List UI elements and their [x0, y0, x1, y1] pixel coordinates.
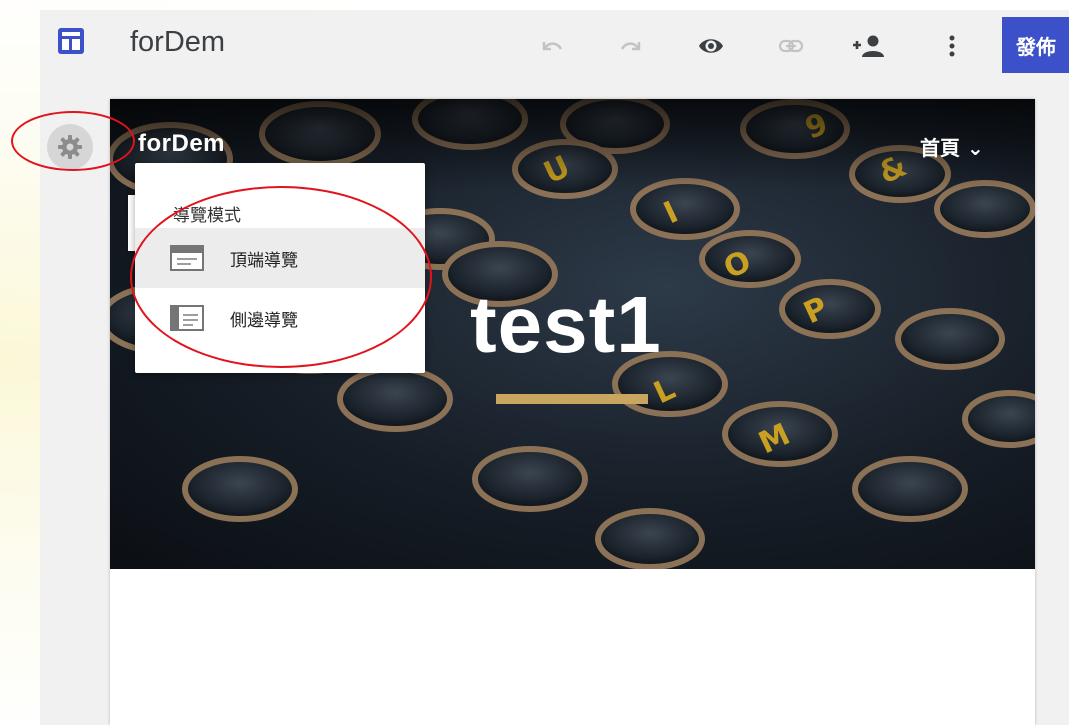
hero-title[interactable]: test1 [470, 279, 662, 371]
top-nav-icon [170, 245, 204, 271]
preview-eye-icon[interactable] [697, 32, 725, 60]
menu-item-label: 頂端導覽 [230, 250, 298, 271]
settings-button[interactable] [47, 124, 93, 170]
menu-item-label: 側邊導覽 [230, 310, 298, 331]
site-layout-icon[interactable] [58, 28, 84, 54]
redo-icon[interactable] [618, 32, 646, 60]
publish-button[interactable]: 發佈 [1002, 17, 1069, 73]
editor-toolbar: forDem 發佈 [40, 10, 1069, 85]
share-add-person-icon[interactable] [851, 32, 887, 60]
link-icon[interactable] [777, 32, 805, 60]
navigation-mode-menu: 導覽模式 頂端導覽 側邊導覽 [135, 163, 425, 373]
menu-item-top-nav[interactable]: 頂端導覽 [135, 228, 425, 288]
site-name[interactable]: forDem [138, 130, 225, 158]
menu-item-side-nav[interactable]: 側邊導覽 [135, 288, 425, 348]
more-vert-icon[interactable] [938, 32, 966, 60]
undo-icon[interactable] [537, 32, 565, 60]
hero-title-underline [496, 394, 648, 404]
gear-icon [58, 135, 82, 159]
site-editor: forDem 發佈 O P L M I forDem 首頁 ⌄ test1 導覽… [40, 10, 1069, 725]
site-title[interactable]: forDem [130, 26, 225, 59]
nav-home-dropdown[interactable]: 首頁 ⌄ [920, 132, 984, 161]
menu-heading: 導覽模式 [173, 206, 241, 226]
side-nav-icon [170, 305, 204, 331]
